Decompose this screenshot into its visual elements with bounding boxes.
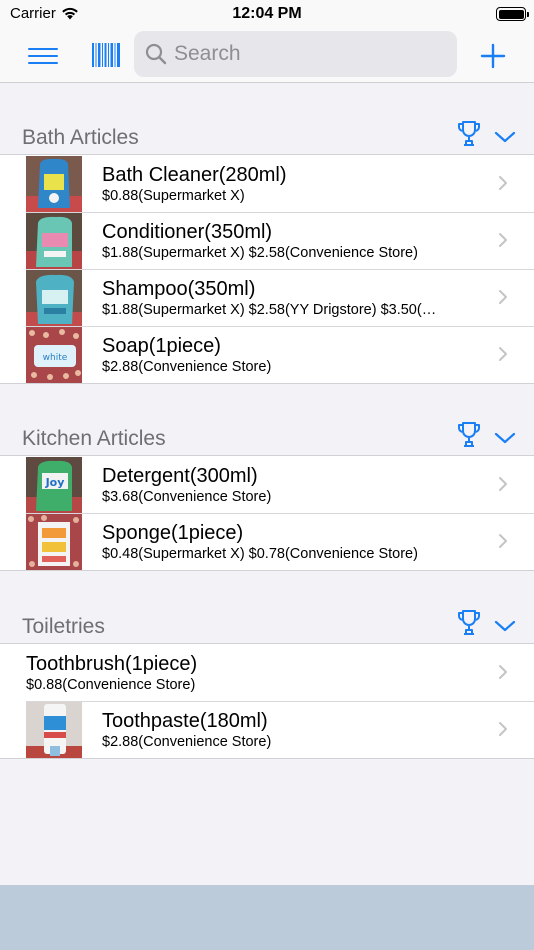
battery-icon	[496, 7, 529, 21]
chevron-right-icon	[499, 534, 507, 548]
section-title: Bath Articles	[22, 126, 139, 149]
search-input[interactable]	[174, 42, 434, 66]
item-prices: $1.88(Supermarket X) $2.58(YY Drigstore)…	[102, 301, 437, 318]
item-prices: $2.88(Convenience Store)	[102, 358, 272, 375]
hamburger-menu-icon	[28, 55, 58, 57]
item-list-content: Bath Articles Bath Cleaner(280ml) $0.88(…	[0, 84, 534, 759]
chevron-right-icon	[499, 722, 507, 736]
item-prices: $0.48(Supermarket X) $0.78(Convenience S…	[102, 545, 418, 562]
collapse-section-button[interactable]	[494, 430, 516, 446]
chevron-down-icon	[494, 131, 516, 143]
product-thumbnail: white	[26, 326, 82, 383]
search-bar[interactable]	[134, 31, 457, 77]
chevron-right-icon	[499, 233, 507, 247]
list-item[interactable]: Toothbrush(1piece) $0.88(Convenience Sto…	[0, 644, 534, 701]
trophy-button[interactable]	[456, 421, 482, 449]
item-name: Bath Cleaner(280ml)	[102, 163, 287, 186]
add-item-button[interactable]	[480, 43, 506, 69]
chevron-right-icon	[499, 477, 507, 491]
collapse-section-button[interactable]	[494, 129, 516, 145]
section-title: Toiletries	[22, 615, 105, 638]
product-thumbnail	[26, 513, 82, 570]
item-name: Toothbrush(1piece)	[26, 652, 198, 675]
item-name: Sponge(1piece)	[102, 521, 244, 544]
trophy-button[interactable]	[456, 120, 482, 148]
navigation-bar	[0, 30, 534, 83]
barcode-scan-icon	[92, 43, 120, 67]
item-prices: $2.88(Convenience Store)	[102, 733, 272, 750]
chevron-right-icon	[499, 290, 507, 304]
chevron-down-icon	[494, 620, 516, 632]
chevron-right-icon	[499, 347, 507, 361]
section-title: Kitchen Articles	[22, 427, 166, 450]
trophy-button[interactable]	[456, 609, 482, 637]
chevron-down-icon	[494, 432, 516, 444]
section-header-bath-articles: Bath Articles	[0, 84, 534, 154]
item-prices: $1.88(Supermarket X) $2.58(Convenience S…	[102, 244, 418, 261]
chevron-right-icon	[499, 665, 507, 679]
svg-text:white: white	[43, 353, 68, 363]
list-item[interactable]: Bath Cleaner(280ml) $0.88(Supermarket X)	[0, 155, 534, 212]
product-thumbnail: Joy	[26, 456, 82, 513]
item-prices: $3.68(Convenience Store)	[102, 488, 272, 505]
product-thumbnail	[26, 155, 82, 212]
trophy-icon	[458, 610, 480, 635]
hamburger-menu-icon	[28, 48, 58, 50]
svg-text:Joy: Joy	[45, 476, 65, 489]
section-list-kitchen-articles: Joy Detergent(300ml) $3.68(Convenience S…	[0, 455, 534, 571]
chevron-right-icon	[499, 176, 507, 190]
trophy-icon	[458, 422, 480, 447]
barcode-scan-button[interactable]	[92, 43, 120, 67]
item-prices: $0.88(Convenience Store)	[26, 676, 196, 693]
hamburger-menu-icon	[28, 62, 58, 64]
list-item[interactable]: Conditioner(350ml) $1.88(Supermarket X) …	[0, 212, 534, 269]
search-icon	[145, 43, 167, 65]
item-name: Detergent(300ml)	[102, 464, 258, 487]
item-name: Shampoo(350ml)	[102, 277, 256, 300]
list-item[interactable]: Toothpaste(180ml) $2.88(Convenience Stor…	[0, 701, 534, 758]
plus-icon	[480, 43, 506, 69]
status-time: 12:04 PM	[232, 5, 302, 22]
product-thumbnail	[26, 701, 82, 758]
trophy-icon	[458, 121, 480, 146]
section-header-toiletries: Toiletries	[0, 571, 534, 643]
item-name: Soap(1piece)	[102, 334, 221, 357]
status-bar: Carrier 12:04 PM	[0, 0, 534, 30]
bottom-bar	[0, 885, 534, 950]
section-list-bath-articles: Bath Cleaner(280ml) $0.88(Supermarket X)…	[0, 154, 534, 384]
list-item[interactable]: Sponge(1piece) $0.48(Supermarket X) $0.7…	[0, 513, 534, 570]
item-name: Conditioner(350ml)	[102, 220, 273, 243]
collapse-section-button[interactable]	[494, 618, 516, 634]
product-thumbnail	[26, 212, 82, 269]
product-thumbnail	[26, 269, 82, 326]
list-item[interactable]: Shampoo(350ml) $1.88(Supermarket X) $2.5…	[0, 269, 534, 326]
list-item[interactable]: white Soap(1piece) $2.88(Convenience Sto…	[0, 326, 534, 383]
section-list-toiletries: Toothbrush(1piece) $0.88(Convenience Sto…	[0, 643, 534, 759]
list-item[interactable]: Joy Detergent(300ml) $3.68(Convenience S…	[0, 456, 534, 513]
menu-button[interactable]	[28, 46, 58, 66]
item-prices: $0.88(Supermarket X)	[102, 187, 245, 204]
section-header-kitchen-articles: Kitchen Articles	[0, 384, 534, 455]
item-name: Toothpaste(180ml)	[102, 709, 268, 732]
